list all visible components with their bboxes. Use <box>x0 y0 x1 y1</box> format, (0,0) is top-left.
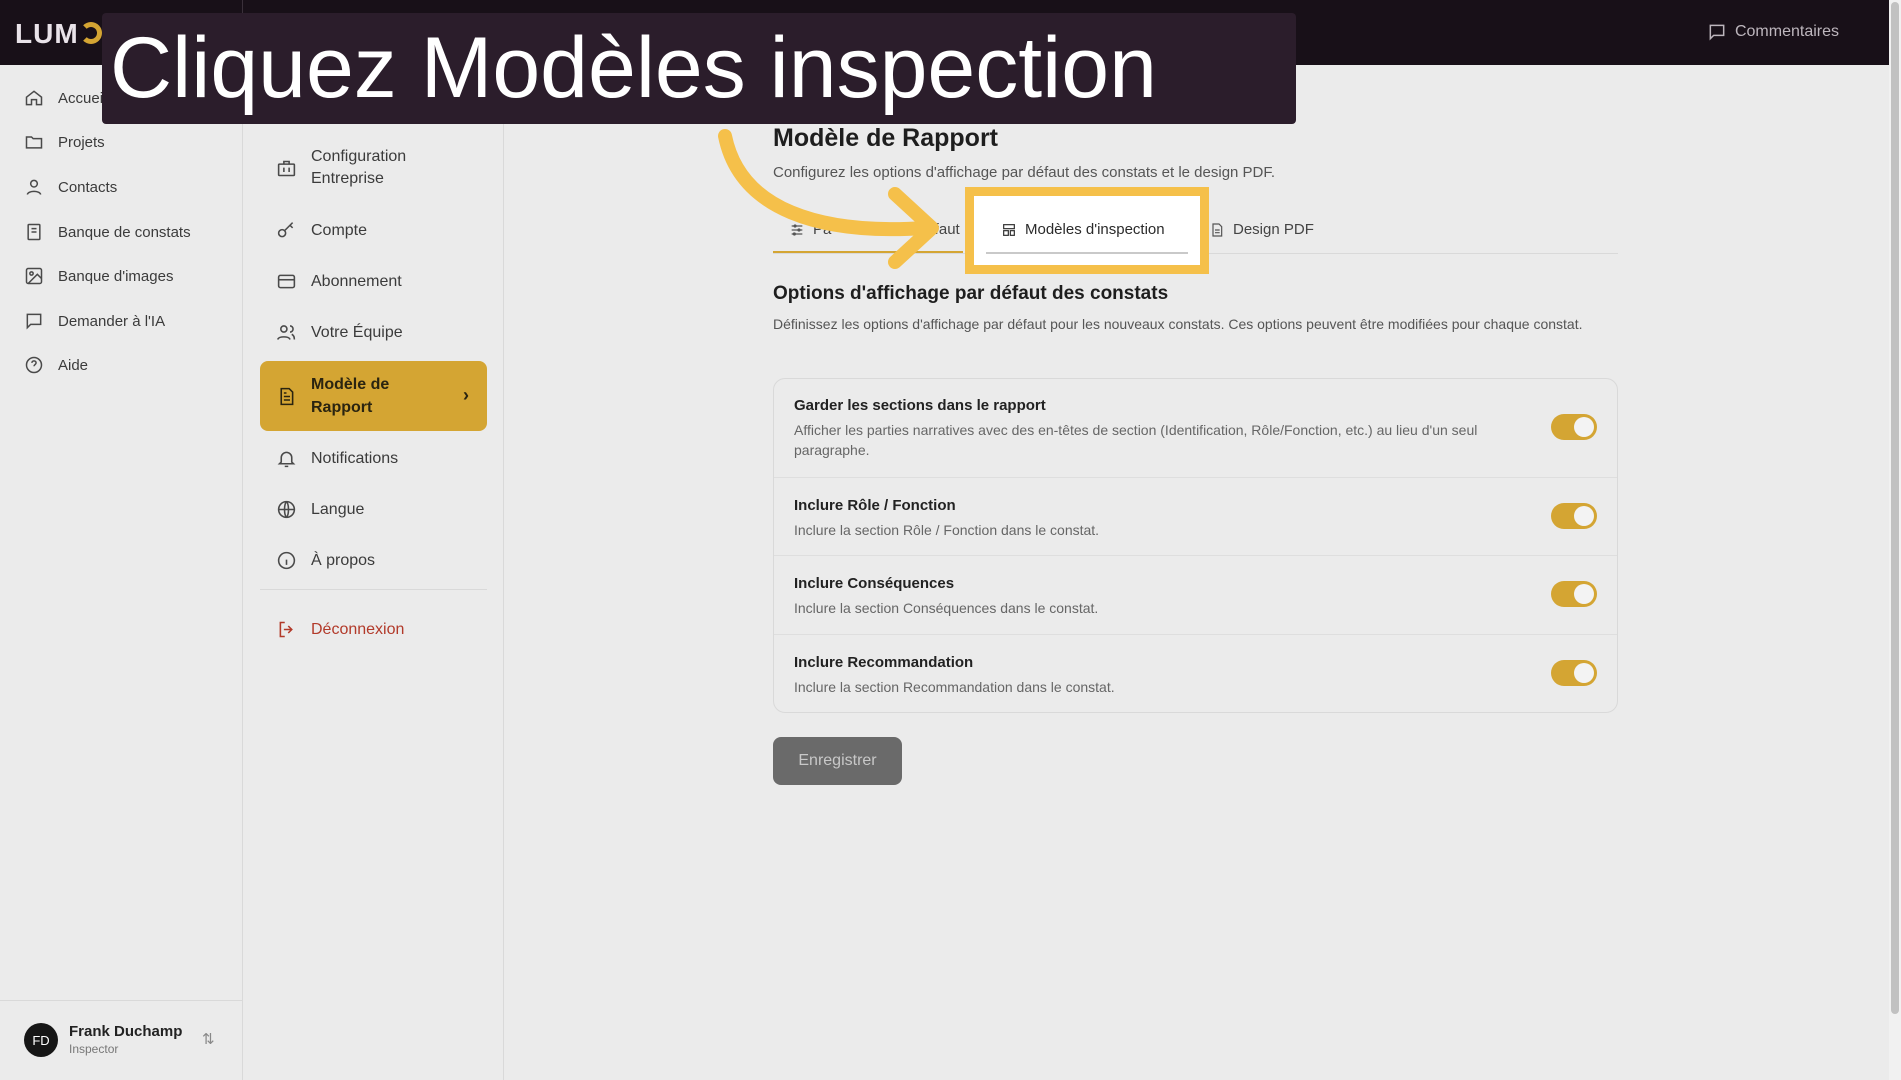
info-icon <box>277 551 296 570</box>
tab-modeles-inspection[interactable]: Modèles d'inspection <box>1001 221 1165 238</box>
option-role-fonction: Inclure Rôle / Fonction Inclure la secti… <box>794 497 1554 540</box>
toggle-garder-sections[interactable] <box>1551 414 1597 440</box>
option-description: Afficher les parties narratives avec des… <box>794 422 1478 458</box>
logo-mark-icon <box>80 22 102 44</box>
sidebar-item-aide[interactable]: Aide <box>24 355 88 375</box>
globe-icon <box>277 500 296 519</box>
settings-item-label: Configuration Entreprise <box>311 148 407 187</box>
bell-icon <box>277 451 296 468</box>
sidebar-item-label: Aide <box>58 356 89 374</box>
option-title: Garder les sections dans le rapport <box>794 397 1046 414</box>
app-logo[interactable]: LUM <box>15 18 79 50</box>
settings-item-abonnement[interactable]: Abonnement <box>276 271 402 292</box>
save-button[interactable]: Enregistrer <box>773 737 902 785</box>
sidebar-item-accueil[interactable]: Accueil <box>24 88 106 108</box>
home-icon <box>25 90 43 106</box>
option-consequences: Inclure Conséquences Inclure la section … <box>794 575 1554 618</box>
sidebar-item-label: Demander à l'IA <box>58 312 166 330</box>
tutorial-caption: Cliquez Modèles inspection <box>102 13 1296 124</box>
option-title: Inclure Rôle / Fonction <box>794 497 956 514</box>
layout-template-icon <box>1003 223 1015 236</box>
sidebar-item-label: Accueil <box>58 89 107 107</box>
key-icon <box>277 222 294 238</box>
settings-item-modele-rapport[interactable]: Modèle de Rapport › <box>260 361 487 431</box>
sidebar-item-contacts[interactable]: Contacts <box>24 177 117 197</box>
settings-item-label: Notifications <box>311 449 399 467</box>
tab-label: Design PDF <box>1233 221 1314 238</box>
tab-design-pdf[interactable]: Design PDF <box>1209 221 1314 238</box>
sidebar-item-label: Projets <box>58 133 105 151</box>
settings-item-a-propos[interactable]: À propos <box>276 550 375 571</box>
user-name: Frank Duchamp <box>69 1023 183 1040</box>
help-icon <box>25 356 43 374</box>
settings-item-notifications[interactable]: Notifications <box>276 448 398 469</box>
logout-label: Déconnexion <box>311 620 405 638</box>
option-recommandation: Inclure Recommandation Inclure la sectio… <box>794 654 1554 697</box>
tab-label: Modèles d'inspection <box>1025 221 1165 238</box>
logout-button[interactable]: Déconnexion <box>276 619 404 640</box>
option-divider <box>774 477 1617 478</box>
settings-item-label: Langue <box>311 500 365 518</box>
scrollbar-thumb[interactable] <box>1891 2 1899 1014</box>
pointer-arrow-icon <box>718 129 939 269</box>
document-icon <box>280 387 294 405</box>
settings-item-label: À propos <box>311 551 376 569</box>
toggle-recommandation[interactable] <box>1551 660 1597 686</box>
option-divider <box>774 555 1617 556</box>
settings-item-equipe[interactable]: Votre Équipe <box>276 322 403 343</box>
settings-item-configuration[interactable]: Configuration Entreprise <box>276 146 431 190</box>
settings-item-langue[interactable]: Langue <box>276 499 364 520</box>
toggle-consequences[interactable] <box>1551 581 1597 607</box>
settings-item-label: Modèle de Rapport <box>311 376 390 416</box>
section-description: Définissez les options d'affichage par d… <box>773 316 1583 332</box>
user-role: Inspector <box>69 1042 119 1056</box>
main-sidebar <box>0 65 243 1080</box>
section-title: Options d'affichage par défaut des const… <box>773 283 1169 304</box>
settings-sidebar <box>243 65 504 1080</box>
option-description: Inclure la section Conséquences dans le … <box>794 600 1099 616</box>
feedback-button[interactable]: Commentaires <box>1707 22 1839 42</box>
option-divider <box>774 634 1617 635</box>
image-icon <box>25 267 43 285</box>
scrollbar[interactable] <box>1889 0 1901 1080</box>
folder-icon <box>25 136 43 149</box>
option-description: Inclure la section Recommandation dans l… <box>794 679 1115 695</box>
chevron-right-icon: › <box>463 385 469 405</box>
sidebar-item-banque-images[interactable]: Banque d'images <box>24 266 173 286</box>
chat-icon <box>26 313 42 330</box>
settings-item-label: Votre Équipe <box>311 323 403 341</box>
credit-card-icon <box>277 274 296 289</box>
sidebar-item-label: Banque de constats <box>58 223 191 241</box>
sidebar-item-demander-ia[interactable]: Demander à l'IA <box>24 311 165 331</box>
toggle-role-fonction[interactable] <box>1551 503 1597 529</box>
switch-account-icon[interactable]: ⇅ <box>202 1030 215 1048</box>
avatar[interactable]: FD <box>24 1023 58 1057</box>
option-title: Inclure Conséquences <box>794 575 955 592</box>
settings-item-compte[interactable]: Compte <box>276 220 367 241</box>
sidebar-item-projets[interactable]: Projets <box>24 132 105 152</box>
option-garder-sections: Garder les sections dans le rapport Affi… <box>794 397 1554 460</box>
book-icon <box>27 223 41 241</box>
feedback-label: Commentaires <box>1734 23 1839 40</box>
tab-hover-underline <box>986 252 1188 254</box>
users-icon <box>276 325 296 340</box>
user-icon <box>26 179 42 195</box>
file-text-icon <box>1212 222 1223 237</box>
sidebar-item-label: Banque d'images <box>58 267 174 285</box>
settings-divider <box>260 589 487 590</box>
option-description: Inclure la section Rôle / Fonction dans … <box>794 522 1100 538</box>
comment-icon <box>1709 24 1725 41</box>
sidebar-item-label: Contacts <box>58 178 118 196</box>
logout-icon <box>279 621 293 638</box>
option-title: Inclure Recommandation <box>794 654 974 671</box>
settings-item-label: Compte <box>311 221 368 239</box>
sidebar-item-banque-constats[interactable]: Banque de constats <box>24 222 191 242</box>
briefcase-icon <box>277 160 296 176</box>
settings-item-label: Abonnement <box>311 272 402 290</box>
